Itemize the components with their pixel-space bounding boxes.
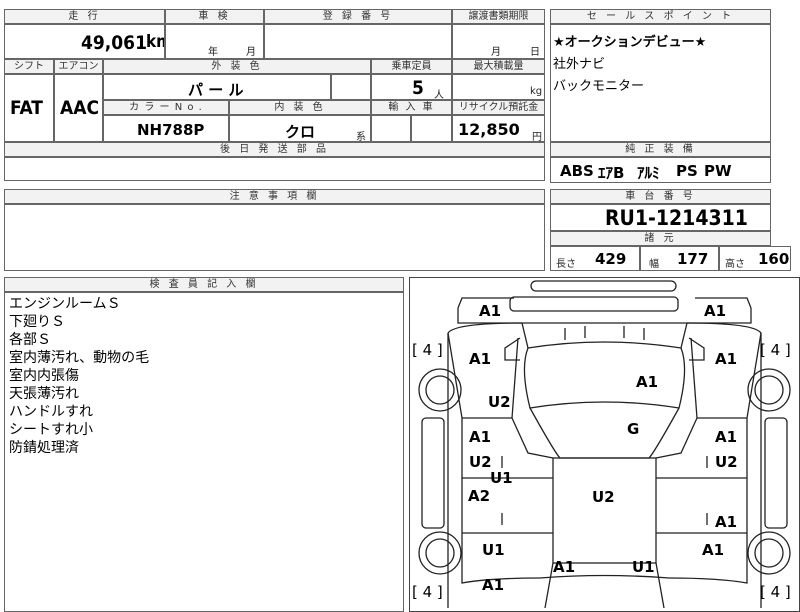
inspection-header: 車 検 bbox=[165, 9, 264, 24]
inspector-header: 検 査 員 記 入 欄 bbox=[4, 277, 404, 292]
ac-header: エアコン bbox=[54, 59, 103, 74]
recycle-header: リサイクル預託金 bbox=[452, 100, 545, 115]
chassis-cell: RU1-1214311 bbox=[550, 204, 771, 231]
mileage-unit: km bbox=[146, 32, 164, 52]
dims-height: 高さ 160 bbox=[719, 246, 791, 271]
transfer-cell: 月 日 bbox=[452, 24, 545, 59]
chassis-number: RU1-1214311 bbox=[605, 206, 748, 230]
damage-mark: U1 bbox=[482, 541, 505, 559]
color-no-value: NH788P bbox=[137, 121, 205, 139]
color-no-header: カ ラ ー N o . bbox=[103, 100, 229, 115]
damage-mark: A1 bbox=[469, 350, 492, 368]
dims-width: 幅 177 bbox=[640, 246, 719, 271]
sales-point-3: バックモニター bbox=[553, 79, 645, 94]
damage-mark: U2 bbox=[488, 393, 511, 411]
damage-mark: A1 bbox=[702, 541, 725, 559]
interior-value: クロ bbox=[285, 123, 316, 141]
ac-value: AAC bbox=[60, 97, 100, 119]
color-no-cell: NH788P bbox=[103, 115, 229, 142]
shift-header: シフト bbox=[4, 59, 54, 74]
damage-mark: A1 bbox=[715, 513, 738, 531]
capacity-header: 乗車定員 bbox=[371, 59, 452, 74]
shift-value: FAT bbox=[10, 97, 43, 119]
damage-mark: A1 bbox=[479, 302, 502, 320]
mileage-value: 49,061 bbox=[81, 32, 147, 54]
damage-mark: U2 bbox=[469, 453, 492, 471]
dims-length: 長さ 429 bbox=[550, 246, 640, 271]
damage-mark: A2 bbox=[468, 487, 491, 505]
ac-cell: AAC bbox=[54, 74, 103, 142]
inspector-cell: エンジンルームＳ 下廻りＳ 各部Ｓ 室内薄汚れ、動物の毛 室内内張傷 天張薄汚れ… bbox=[4, 292, 404, 612]
mileage-cell: 49,061 km bbox=[4, 24, 165, 59]
damage-mark: U2 bbox=[592, 488, 615, 506]
damage-mark: A1 bbox=[636, 373, 659, 391]
exterior-value: パ ー ル bbox=[188, 81, 244, 99]
sales-points-cell: ★オークションデビュー★ 社外ナビ バックモニター bbox=[550, 24, 771, 142]
damage-mark: U1 bbox=[490, 469, 513, 487]
notes-header: 注 意 事 項 欄 bbox=[4, 189, 545, 204]
equipment-cell: ABS ｴｱB ｱﾙﾐ PS PW bbox=[550, 157, 771, 183]
notes-cell bbox=[4, 204, 545, 271]
transfer-header: 譲渡書類期限 bbox=[452, 9, 545, 24]
sales-points-header: セ ー ル ス ポ イ ン ト bbox=[550, 9, 771, 24]
exterior-header: 外 装 色 bbox=[103, 59, 371, 74]
damage-mark: A1 bbox=[553, 558, 576, 576]
damage-mark: A1 bbox=[715, 350, 738, 368]
registration-header: 登 録 番 号 bbox=[264, 9, 452, 24]
damage-mark: U1 bbox=[632, 558, 655, 576]
inspection-cell: 年 月 bbox=[165, 24, 264, 59]
damage-mark: A1 bbox=[469, 428, 492, 446]
interior-cell: クロ 系 bbox=[229, 115, 371, 142]
exterior-cell: パ ー ル bbox=[103, 74, 331, 100]
shift-cell: FAT bbox=[4, 74, 54, 142]
load-header: 最大積載量 bbox=[452, 59, 545, 74]
mileage-header: 走 行 bbox=[4, 9, 165, 24]
import-header: 輸 入 車 bbox=[371, 100, 452, 115]
car-damage-diagram: [ 4 ] [ 4 ] [ 4 ] [ 4 ] A1 A1 A1 A1 A1 U… bbox=[409, 277, 800, 612]
dims-header: 諸 元 bbox=[550, 231, 771, 246]
capacity-value: 5 bbox=[412, 77, 424, 99]
registration-cell bbox=[264, 24, 452, 59]
sales-point-2: 社外ナビ bbox=[553, 57, 606, 72]
interior-header: 内 装 色 bbox=[229, 100, 371, 115]
capacity-cell: 5 人 bbox=[371, 74, 452, 100]
later-parts-cell bbox=[4, 157, 545, 181]
damage-mark: A1 bbox=[704, 302, 727, 320]
recycle-value: 12,850 bbox=[458, 120, 520, 139]
damage-mark: G bbox=[627, 420, 640, 438]
later-parts-header: 後 日 発 送 部 品 bbox=[4, 142, 545, 157]
damage-mark: A1 bbox=[715, 428, 738, 446]
damage-mark: A1 bbox=[482, 576, 505, 594]
equipment-header: 純 正 装 備 bbox=[550, 142, 771, 157]
damage-mark: U2 bbox=[715, 453, 738, 471]
recycle-cell: 12,850 円 bbox=[452, 115, 545, 142]
sales-point-1: ★オークションデビュー★ bbox=[553, 35, 707, 50]
load-cell: kg bbox=[452, 74, 545, 100]
chassis-header: 車 台 番 号 bbox=[550, 189, 771, 204]
